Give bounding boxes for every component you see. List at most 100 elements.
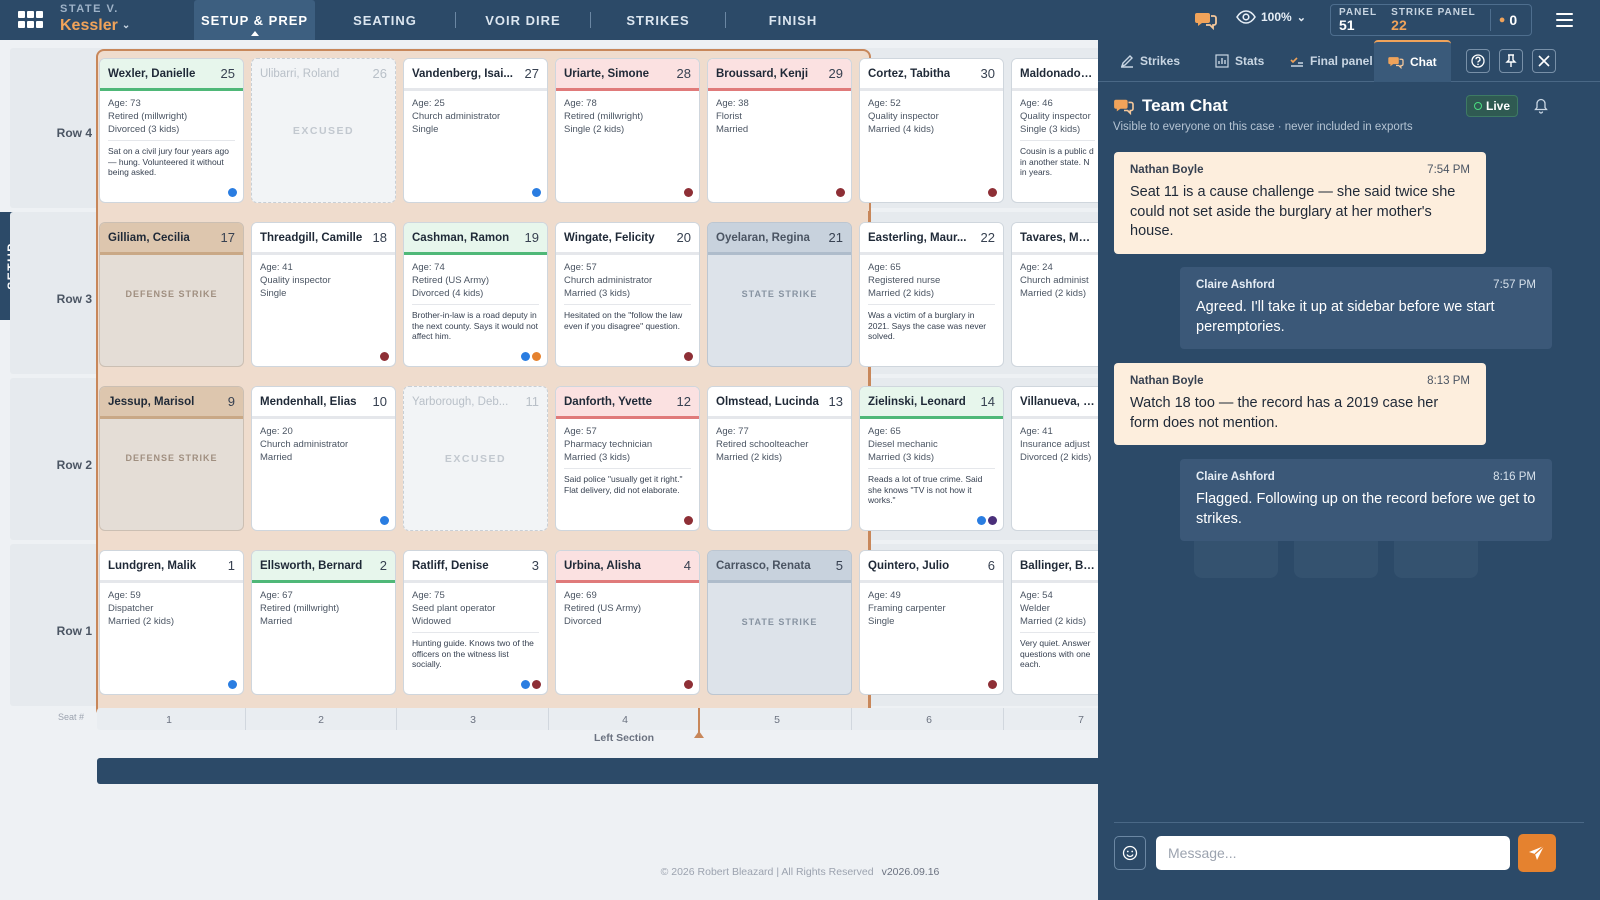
juror-card[interactable]: Oyelaran, Regina 21 STATE STRIKE [707, 222, 852, 367]
help-button[interactable] [1466, 49, 1490, 73]
juror-occupation: Church administrator [412, 111, 501, 122]
juror-family: Single [868, 616, 895, 627]
juror-card[interactable]: Maldonado, Co Age: 46 Quality inspector Sin… [1011, 58, 1103, 203]
seat-number: 3 [470, 714, 476, 726]
juror-card[interactable]: Yarborough, Deb... 11 EXCUSED [403, 386, 548, 531]
send-button[interactable] [1518, 834, 1556, 872]
juror-details: Age: 74 Retired (US Army) Divorced (4 kids… [404, 255, 547, 304]
tab-chat[interactable]: Chat [1374, 40, 1451, 82]
juror-card-header: Maldonado, Co [1012, 59, 1103, 91]
juror-occupation: Retired (millwright) [260, 603, 340, 614]
juror-card-header: Ballinger, Beth [1012, 551, 1103, 583]
seat-number: 21 [828, 230, 843, 245]
message-author: Claire Ashford [1196, 279, 1275, 291]
seat-number: 11 [525, 394, 540, 409]
tab-setup-prep[interactable]: SETUP & PREP [194, 0, 315, 40]
juror-card[interactable]: Carrasco, Renata 5 STATE STRIKE [707, 550, 852, 695]
juror-card[interactable]: Ulibarri, Roland 26 EXCUSED [251, 58, 396, 203]
juror-occupation: Quality inspector [868, 111, 939, 122]
juror-name: Danforth, Yvette [564, 395, 652, 408]
pin-button[interactable] [1499, 49, 1523, 73]
juror-card[interactable]: Broussard, Kenji 29 Age: 38 Florist Married [707, 58, 852, 203]
juror-occupation: Dispatcher [108, 603, 154, 614]
tab-finish[interactable]: FINISH [726, 0, 860, 40]
juror-details: Age: 52 Quality inspector Married (4 kids) [860, 91, 1003, 140]
juror-family: Widowed [412, 616, 452, 627]
message-author: Nathan Boyle [1130, 164, 1204, 176]
juror-occupation: Retired (millwright) [108, 111, 188, 122]
juror-card[interactable]: Threadgill, Camille 18 Age: 41 Quality insp… [251, 222, 396, 367]
juror-card[interactable]: Wingate, Felicity 20 Age: 57 Church adminis… [555, 222, 700, 367]
message-input[interactable] [1156, 836, 1510, 870]
seat-number: 1 [227, 558, 235, 573]
tab-strikes-panel[interactable]: Strikes [1120, 48, 1180, 74]
juror-occupation: Pharmacy technician [564, 439, 653, 450]
row-label: Row 4 [56, 126, 92, 140]
juror-flags [836, 188, 845, 197]
emoji-button[interactable] [1114, 836, 1146, 870]
chat-message: Claire Ashford 7:57 PM Agreed. I'll take … [1180, 267, 1552, 349]
case-switcher[interactable]: STATE V. Kessler ⌄ [60, 4, 130, 34]
tab-strikes[interactable]: STRIKES [591, 0, 725, 40]
juror-card[interactable]: Quintero, Julio 6 Age: 49 Framing carpenter… [859, 550, 1004, 695]
tab-seating[interactable]: SEATING [315, 0, 455, 40]
juror-details: Age: 24 Church administ Married (2 kids) [1012, 255, 1103, 304]
panel-counts: PANEL 51 STRIKE PANEL 22 ● 0 [1330, 4, 1532, 36]
bell-icon[interactable] [1534, 98, 1548, 114]
juror-card[interactable]: Ratliff, Denise 3 Age: 75 Seed plant operat… [403, 550, 548, 695]
juror-card[interactable]: Mendenhall, Elias 10 Age: 20 Church adminis… [251, 386, 396, 531]
juror-card[interactable]: Ballinger, Beth Age: 54 Welder Married (2 k… [1011, 550, 1103, 695]
juror-occupation: Church administrator [260, 439, 349, 450]
juror-card[interactable]: Olmstead, Lucinda 13 Age: 77 Retired school… [707, 386, 852, 531]
juror-card[interactable]: Zielinski, Leonard 14 Age: 65 Diesel mechan… [859, 386, 1004, 531]
juror-card[interactable]: Uriarte, Simone 28 Age: 78 Retired (millwri… [555, 58, 700, 203]
juror-card[interactable]: Jessup, Marisol 9 DEFENSE STRIKE [99, 386, 244, 531]
juror-card[interactable]: Easterling, Maur... 22 Age: 65 Registered n… [859, 222, 1004, 367]
message-author: Claire Ashford [1196, 471, 1275, 483]
seat-number: 1 [166, 714, 172, 726]
tab-voir-dire[interactable]: VOIR DIRE [456, 0, 590, 40]
juror-card[interactable]: Wexler, Danielle 25 Age: 73 Retired (millwr… [99, 58, 244, 203]
juror-age: Age: 65 [868, 426, 901, 437]
apps-grid-icon[interactable] [18, 11, 43, 29]
juror-card[interactable]: Ellsworth, Bernard 2 Age: 67 Retired (millw… [251, 550, 396, 695]
juror-name: Easterling, Maur... [868, 231, 967, 244]
tab-final-panel[interactable]: Final panel [1290, 48, 1373, 74]
juror-details: Age: 57 Pharmacy technician Married (3 kid… [556, 419, 699, 468]
juror-card[interactable]: Lundgren, Malik 1 Age: 59 Dispatcher Married… [99, 550, 244, 695]
juror-card[interactable]: Urbina, Alisha 4 Age: 69 Retired (US Army) D… [555, 550, 700, 695]
juror-card-header: Tavares, Marcy [1012, 223, 1103, 255]
zoom-control[interactable]: 100% ⌄ [1236, 10, 1306, 24]
juror-age: Age: 25 [412, 98, 445, 109]
juror-family: Married (3 kids) [564, 288, 630, 299]
juror-card-header: Danforth, Yvette 12 [556, 387, 699, 419]
juror-card[interactable]: Danforth, Yvette 12 Age: 57 Pharmacy techni… [555, 386, 700, 531]
juror-card-header: Wingate, Felicity 20 [556, 223, 699, 255]
juror-card[interactable]: Cortez, Tabitha 30 Age: 52 Quality inspecto… [859, 58, 1004, 203]
seat-number: 26 [372, 66, 387, 81]
hamburger-menu-icon[interactable] [1556, 13, 1573, 27]
juror-details: Age: 65 Registered nurse Married (2 kids) [860, 255, 1003, 304]
juror-flags [521, 680, 541, 689]
juror-card-header: Oyelaran, Regina 21 [708, 223, 851, 255]
juror-age: Age: 41 [1020, 426, 1053, 437]
juror-details: Age: 25 Church administrator Single [404, 91, 547, 140]
juror-name: Carrasco, Renata [716, 559, 811, 572]
juror-note: Brother-in-law is a road deputy in the n… [412, 304, 539, 342]
juror-family: Divorced (3 kids) [108, 124, 180, 135]
chevron-down-icon: ⌄ [121, 20, 131, 31]
chat-bubbles-icon[interactable] [1195, 10, 1217, 30]
juror-card[interactable]: Cashman, Ramon 19 Age: 74 Retired (US Army)… [403, 222, 548, 367]
juror-card-header: Cortez, Tabitha 30 [860, 59, 1003, 91]
juror-card[interactable]: Tavares, Marcy Age: 24 Church administ Marr… [1011, 222, 1103, 367]
juror-card[interactable]: Gilliam, Cecilia 17 DEFENSE STRIKE [99, 222, 244, 367]
juror-occupation: Church administ [1020, 275, 1089, 286]
close-button[interactable] [1532, 49, 1556, 73]
tab-stats[interactable]: Stats [1215, 48, 1264, 74]
juror-card[interactable]: Vandenberg, Isai... 27 Age: 25 Church admin… [403, 58, 548, 203]
juror-note: Sat on a civil jury four years ago — hun… [108, 140, 235, 178]
juror-card[interactable]: Villanueva, Co Age: 41 Insurance adjust Div… [1011, 386, 1103, 531]
juror-occupation: Retired (US Army) [564, 603, 642, 614]
message-time: 7:57 PM [1493, 279, 1536, 291]
chat-title: Team Chat [1142, 96, 1228, 115]
